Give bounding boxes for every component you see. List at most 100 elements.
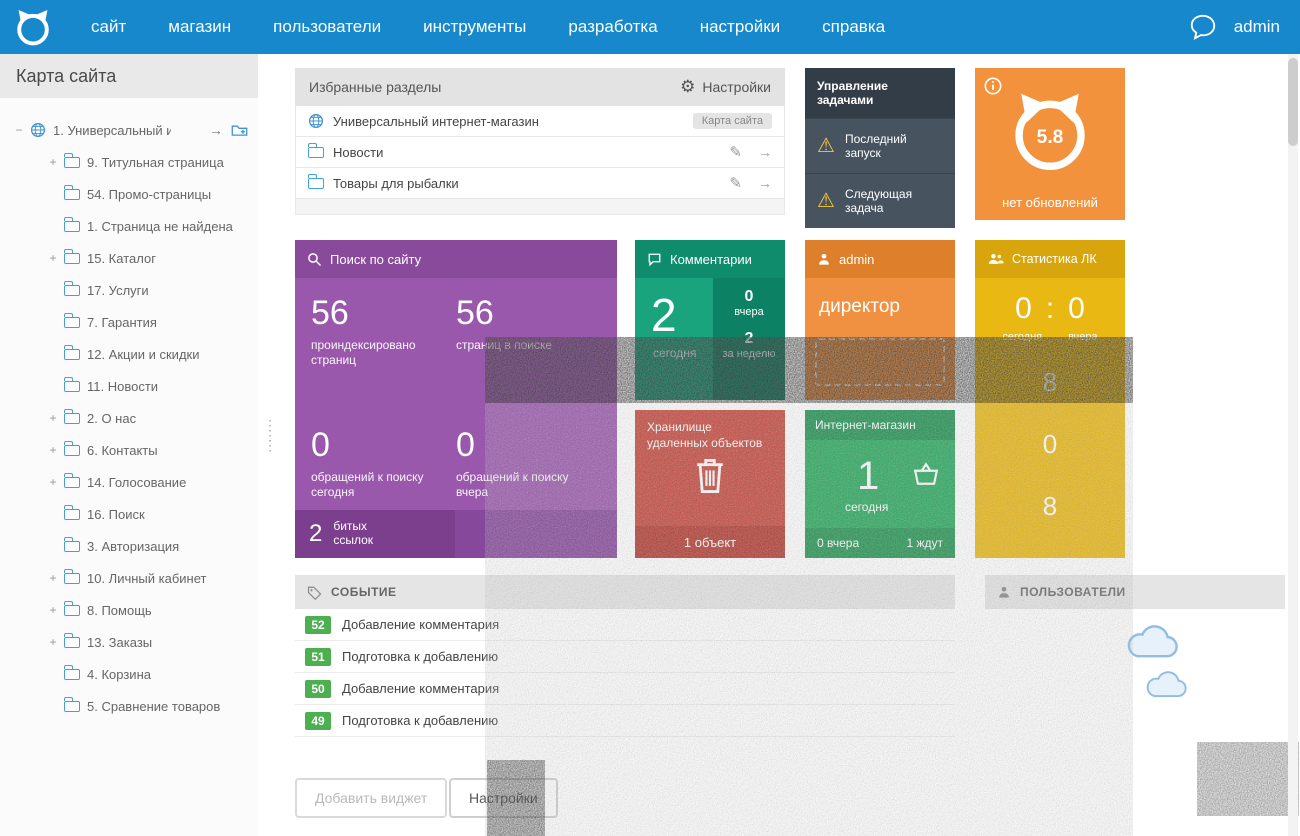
favorites-settings-button[interactable]: ⚙ Настройки <box>680 77 771 97</box>
sidebar-resize-handle[interactable]: ⋮⋮⋮ <box>263 420 277 450</box>
tree-expand-toggle[interactable]: + <box>46 571 60 585</box>
events-table-header: СОБЫТИЕ <box>295 575 955 609</box>
task-next-task[interactable]: ⚠ Следующая задача <box>805 173 955 228</box>
tree-expand-toggle[interactable]: + <box>46 443 60 457</box>
tree-expand-toggle[interactable]: − <box>12 123 26 137</box>
tree-item[interactable]: +2. О нас <box>0 402 258 434</box>
tree-expand-toggle[interactable]: + <box>46 635 60 649</box>
tree-item[interactable]: +13. Заказы <box>0 626 258 658</box>
go-to-icon[interactable]: → <box>758 144 772 160</box>
favorites-header: Избранные разделы ⚙ Настройки <box>295 68 785 106</box>
folder-icon <box>64 157 80 168</box>
tree-item[interactable]: 5. Сравнение товаров <box>0 690 258 722</box>
lk-stats-title: Статистика ЛК <box>1012 252 1097 266</box>
tree-item[interactable]: 16. Поиск <box>0 498 258 530</box>
tree-item[interactable]: 54. Промо-страницы <box>0 178 258 210</box>
tree-item-label: 6. Контакты <box>87 443 158 458</box>
menu-item-users[interactable]: пользователи <box>252 0 402 54</box>
info-icon[interactable] <box>984 77 1002 100</box>
tree-item-root[interactable]: − 1. Универсальный интернет-магазин → <box>0 114 258 146</box>
broken-links-label: битых ссылок <box>333 520 395 548</box>
tree-item[interactable]: +6. Контакты <box>0 434 258 466</box>
folder-icon <box>64 253 80 264</box>
current-user[interactable]: admin <box>1234 17 1280 37</box>
lk-extra-value: 0 <box>1043 431 1057 457</box>
tree-item[interactable]: 17. Услуги <box>0 274 258 306</box>
stat-queries-today: 0 обращений к поиску сегодня <box>311 428 456 500</box>
add-widget-button[interactable]: Добавить виджет <box>295 778 447 818</box>
comments-header: Комментарии <box>635 240 785 278</box>
tree-item[interactable]: 1. Страница не найдена <box>0 210 258 242</box>
favorite-row-news[interactable]: Новости ✎ → <box>295 137 785 168</box>
user-widget-dashed-area[interactable] <box>815 338 945 386</box>
tree-expand-toggle[interactable]: + <box>46 475 60 489</box>
settings-button[interactable]: Настройки <box>449 778 558 818</box>
tree-item[interactable]: +14. Голосование <box>0 466 258 498</box>
tree-item-label: 4. Корзина <box>87 667 151 682</box>
menu-item-shop[interactable]: магазин <box>147 0 252 54</box>
folder-icon <box>64 349 80 360</box>
task-label: Последний запуск <box>845 132 943 160</box>
menu-item-development[interactable]: разработка <box>547 0 678 54</box>
menu-item-settings[interactable]: настройки <box>679 0 801 54</box>
tree-item[interactable]: +10. Личный кабинет <box>0 562 258 594</box>
tree-expand-toggle[interactable]: + <box>46 155 60 169</box>
stat-value: 0 <box>311 428 456 462</box>
lk-today-value: 0 <box>1015 294 1032 324</box>
tree-expand-toggle[interactable]: + <box>46 411 60 425</box>
tree-item[interactable]: +15. Каталог <box>0 242 258 274</box>
footer-spacer <box>455 510 617 558</box>
stat-label: вчера <box>713 306 785 318</box>
favorite-row-fishing[interactable]: Товары для рыбалки ✎ → <box>295 168 785 199</box>
event-row[interactable]: 49 Подготовка к добавлению <box>295 705 955 737</box>
edit-icon[interactable]: ✎ <box>729 174 742 192</box>
hostcms-logo[interactable] <box>12 6 54 48</box>
tree-item[interactable]: 7. Гарантия <box>0 306 258 338</box>
favorite-row-label: Универсальный интернет-магазин <box>333 114 539 129</box>
lk-stats-header: Статистика ЛК <box>975 240 1125 278</box>
tree-expand-toggle[interactable]: + <box>46 603 60 617</box>
favorite-row-site[interactable]: Универсальный интернет-магазин Карта сай… <box>295 106 785 137</box>
go-to-icon[interactable]: → <box>758 175 772 191</box>
tree-item[interactable]: 4. Корзина <box>0 658 258 690</box>
comments-today-value: 2 <box>651 292 677 338</box>
site-search-title: Поиск по сайту <box>330 252 421 267</box>
folder-icon <box>308 178 324 189</box>
go-to-icon[interactable]: → <box>209 122 223 138</box>
users-table-title: ПОЛЬЗОВАТЕЛИ <box>1020 585 1126 599</box>
user-widget-header: admin <box>805 240 955 278</box>
shop-yesterday: 0 вчера <box>817 536 859 550</box>
cloud-icon <box>1143 671 1189 705</box>
folder-icon <box>64 285 80 296</box>
tree-item[interactable]: 11. Новости <box>0 370 258 402</box>
update-widget: 5.8 нет обновлений <box>975 68 1125 220</box>
tree-item[interactable]: 3. Авторизация <box>0 530 258 562</box>
warning-icon: ⚠ <box>817 136 835 156</box>
event-id-badge: 52 <box>305 616 331 634</box>
scrollbar-track[interactable] <box>1288 54 1298 836</box>
menu-item-site[interactable]: сайт <box>70 0 147 54</box>
tree-item[interactable]: +9. Титульная страница <box>0 146 258 178</box>
tree-item[interactable]: +8. Помощь <box>0 594 258 626</box>
event-row[interactable]: 52 Добавление комментария <box>295 609 955 641</box>
folder-icon <box>64 573 80 584</box>
scrollbar-thumb[interactable] <box>1288 58 1298 146</box>
stat-queries-yesterday: 0 обращений к поиску вчера <box>456 428 601 500</box>
tree-item[interactable]: 12. Акции и скидки <box>0 338 258 370</box>
tree-expand-toggle[interactable]: + <box>46 251 60 265</box>
tree-item-label: 17. Услуги <box>87 283 149 298</box>
menu-item-tools[interactable]: инструменты <box>402 0 547 54</box>
event-row[interactable]: 51 Подготовка к добавлению <box>295 641 955 673</box>
edit-icon[interactable]: ✎ <box>729 143 742 161</box>
tree-item-label: 12. Акции и скидки <box>87 347 199 362</box>
person-icon <box>817 252 831 266</box>
stat-value: 0 <box>456 428 601 462</box>
folder-icon <box>64 669 80 680</box>
menu-item-help[interactable]: справка <box>801 0 906 54</box>
favorites-settings-label: Настройки <box>702 79 771 95</box>
add-folder-icon[interactable] <box>231 123 248 137</box>
messages-icon[interactable] <box>1188 12 1218 42</box>
tree-item-label: 15. Каталог <box>87 251 156 266</box>
event-row[interactable]: 50 Добавление комментария <box>295 673 955 705</box>
task-last-run[interactable]: ⚠ Последний запуск <box>805 118 955 173</box>
